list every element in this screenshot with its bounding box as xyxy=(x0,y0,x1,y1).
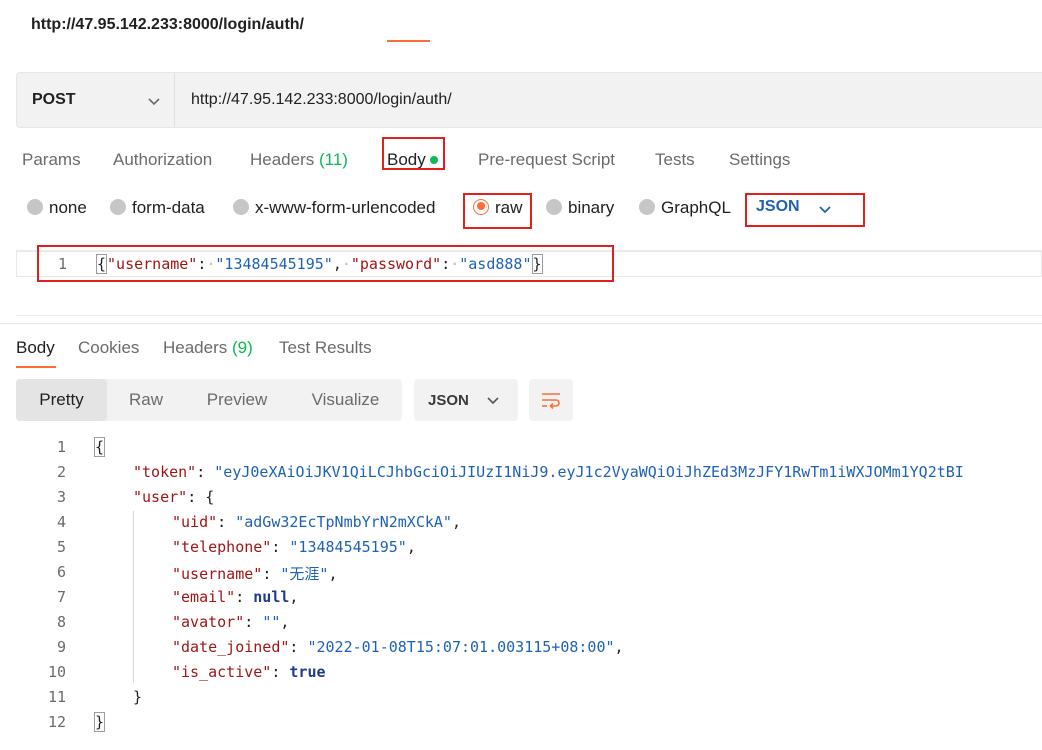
response-tabs: Body Cookies Headers (9) Test Results xyxy=(0,334,1042,370)
tab-authorization[interactable]: Authorization xyxy=(113,150,212,170)
annotation-box-request-body xyxy=(37,245,614,282)
radio-graphql-label: GraphQL xyxy=(661,198,731,217)
tab-prerequest-script[interactable]: Pre-request Script xyxy=(478,150,615,170)
request-title-bar: http://47.95.142.233:8000/login/auth/ xyxy=(0,0,1042,56)
line-number: 10 xyxy=(47,663,66,681)
json-key: "is_active" xyxy=(172,663,272,681)
radio-none-label: none xyxy=(49,198,87,217)
response-tab-body[interactable]: Body xyxy=(16,338,55,358)
wrap-lines-icon xyxy=(542,393,560,410)
annotation-box-body-tab xyxy=(382,137,445,170)
line-number: 7 xyxy=(56,588,66,606)
code-line: 9 "date_joined": "2022-01-08T15:07:01.00… xyxy=(0,636,1042,661)
json-key: "user" xyxy=(133,488,188,506)
json-key: "avator" xyxy=(172,613,245,631)
radio-graphql[interactable]: GraphQL xyxy=(639,198,731,218)
tab-settings[interactable]: Settings xyxy=(729,150,790,170)
active-tab-indicator xyxy=(387,40,430,42)
json-key: "token" xyxy=(133,463,197,481)
code-line: 11 } xyxy=(0,686,1042,711)
json-string: "2022-01-08T15:07:01.003115+08:00" xyxy=(307,638,615,656)
response-format-label: JSON xyxy=(428,392,469,409)
line-number: 11 xyxy=(47,688,66,706)
response-tab-test-results[interactable]: Test Results xyxy=(279,338,372,358)
response-view-segmented: Pretty Raw Preview Visualize xyxy=(16,379,402,421)
request-title: http://47.95.142.233:8000/login/auth/ xyxy=(31,16,304,33)
json-key: "date_joined" xyxy=(172,638,290,656)
radio-unchecked-icon xyxy=(27,198,43,215)
code-line: 8 "avator": "", xyxy=(0,611,1042,636)
json-string: "" xyxy=(262,613,281,631)
line-number: 2 xyxy=(56,463,66,481)
code-line: 3 "user": { xyxy=(0,486,1042,511)
line-number: 12 xyxy=(47,713,66,731)
radio-binary-label: binary xyxy=(568,198,615,217)
line-number: 9 xyxy=(56,638,66,656)
json-key: "username" xyxy=(172,565,263,583)
chevron-down-icon xyxy=(487,397,499,405)
view-pretty[interactable]: Pretty xyxy=(16,379,107,421)
chevron-down-icon xyxy=(148,98,160,106)
json-string: "eyJ0eXAiOiJKV1QiLCJhbGciOiJIUzI1NiJ9.ey… xyxy=(214,463,964,481)
view-visualize[interactable]: Visualize xyxy=(289,379,402,421)
line-number: 3 xyxy=(56,488,66,506)
wrap-lines-button[interactable] xyxy=(529,379,573,421)
json-string: "adGw32EcTpNmbYrN2mXCkA" xyxy=(235,513,452,531)
line-number: 5 xyxy=(56,538,66,556)
request-tabs: Params Authorization Headers (11) Body P… xyxy=(0,140,1042,182)
tab-headers-count: (11) xyxy=(319,150,348,169)
tab-headers[interactable]: Headers (11) xyxy=(250,150,348,170)
radio-none[interactable]: none xyxy=(27,198,87,218)
annotation-box-raw xyxy=(463,193,532,229)
response-tab-cookies[interactable]: Cookies xyxy=(78,338,139,358)
method-label: POST xyxy=(32,91,76,108)
tab-params[interactable]: Params xyxy=(22,150,81,170)
response-body-viewer[interactable]: 1 { 2 "token": "eyJ0eXAiOiJKV1QiLCJhbGci… xyxy=(0,436,1042,736)
json-key: "telephone" xyxy=(172,538,272,556)
json-key: "uid" xyxy=(172,513,218,531)
line-number: 4 xyxy=(56,513,66,531)
radio-binary[interactable]: binary xyxy=(546,198,614,218)
radio-unchecked-icon xyxy=(546,198,562,215)
url-input[interactable]: http://47.95.142.233:8000/login/auth/ xyxy=(191,91,452,109)
code-line: 6 "username": "无涯", xyxy=(0,561,1042,586)
line-number: 8 xyxy=(56,613,66,631)
json-string: "无涯" xyxy=(280,565,329,583)
radio-unchecked-icon xyxy=(233,198,249,215)
tab-tests[interactable]: Tests xyxy=(655,150,695,170)
annotation-box-json xyxy=(745,193,865,227)
tab-headers-label: Headers xyxy=(250,150,315,169)
response-tab-headers[interactable]: Headers (9) xyxy=(163,338,253,358)
radio-urlencoded[interactable]: x-www-form-urlencoded xyxy=(233,198,435,218)
code-line: 4 "uid": "adGw32EcTpNmbYrN2mXCkA", xyxy=(0,511,1042,536)
radio-urlencoded-label: x-www-form-urlencoded xyxy=(255,198,436,217)
url-bar: POST http://47.95.142.233:8000/login/aut… xyxy=(16,72,1042,128)
code-line: 2 "token": "eyJ0eXAiOiJKV1QiLCJhbGciOiJI… xyxy=(0,461,1042,486)
code-line: 7 "email": null, xyxy=(0,586,1042,611)
json-boolean: true xyxy=(289,663,326,681)
line-number: 6 xyxy=(56,563,66,581)
json-key: "email" xyxy=(172,588,236,606)
code-line: 1 { xyxy=(0,436,1042,461)
code-line: 10 "is_active": true xyxy=(0,661,1042,686)
code-line: 12 } xyxy=(0,711,1042,736)
method-select[interactable]: POST xyxy=(17,73,175,127)
line-number: 1 xyxy=(56,438,66,456)
view-preview[interactable]: Preview xyxy=(185,379,289,421)
response-tab-headers-label: Headers xyxy=(163,338,228,357)
code-line: 5 "telephone": "13484545195", xyxy=(0,536,1042,561)
radio-form-data-label: form-data xyxy=(132,198,205,217)
pane-divider[interactable] xyxy=(0,323,1042,324)
radio-unchecked-icon xyxy=(110,198,126,215)
json-null: null xyxy=(253,588,290,606)
radio-form-data[interactable]: form-data xyxy=(110,198,205,218)
response-tab-headers-count: (9) xyxy=(232,338,253,357)
active-response-tab-indicator xyxy=(16,366,56,368)
json-string: "13484545195" xyxy=(289,538,407,556)
view-raw[interactable]: Raw xyxy=(107,379,185,421)
response-format-select[interactable]: JSON xyxy=(414,379,518,421)
radio-unchecked-icon xyxy=(639,198,655,215)
